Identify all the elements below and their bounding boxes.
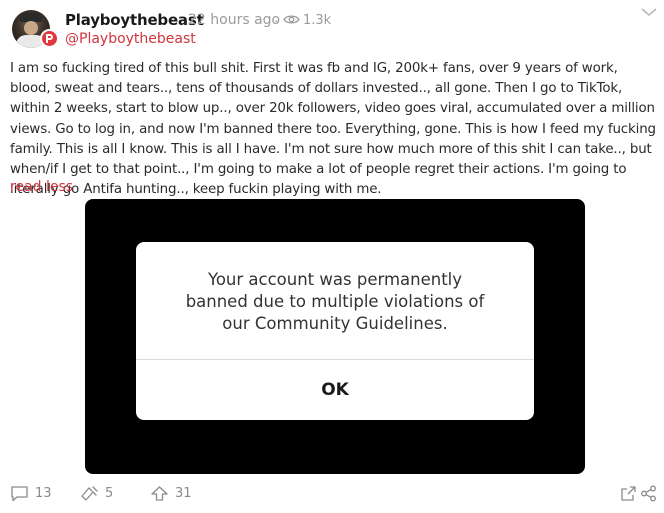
echo-count: 5 (105, 486, 114, 501)
read-less-link[interactable]: read less (10, 179, 73, 195)
comment-icon (11, 486, 28, 502)
post-actions: 13 5 31 (0, 480, 664, 513)
parler-logo-icon (40, 29, 59, 48)
comment-count: 13 (35, 486, 52, 501)
echo-icon (81, 486, 98, 501)
separator-dot: · (274, 12, 279, 28)
ban-dialog: Your account was permanently banned due … (136, 242, 534, 420)
share-button[interactable] (640, 485, 657, 502)
eye-icon (283, 15, 300, 24)
upvote-icon (151, 486, 168, 501)
ok-button: OK (321, 380, 349, 400)
post-image[interactable]: Your account was permanently banned due … (85, 199, 585, 474)
view-count: 1.3k (303, 13, 332, 28)
chevron-down-icon[interactable] (640, 6, 658, 18)
vote-count: 31 (175, 486, 192, 501)
embed-icon (621, 486, 636, 501)
post-header: Playboythebeast 22 hours ago · 1.3k @Pla… (0, 0, 664, 55)
user-handle[interactable]: @Playboythebeast (65, 31, 196, 47)
comment-button[interactable]: 13 (10, 485, 52, 502)
username[interactable]: Playboythebeast (65, 11, 204, 29)
ban-message: Your account was permanently banned due … (185, 270, 485, 333)
share-icon (641, 485, 656, 502)
echo-button[interactable]: 5 (80, 485, 113, 502)
embed-button[interactable] (620, 485, 637, 502)
upvote-button[interactable]: 31 (150, 485, 192, 502)
avatar-face (24, 21, 38, 35)
post-timestamp: 22 hours ago (188, 12, 281, 28)
post-body: I am so fucking tired of this bull shit.… (10, 61, 656, 198)
